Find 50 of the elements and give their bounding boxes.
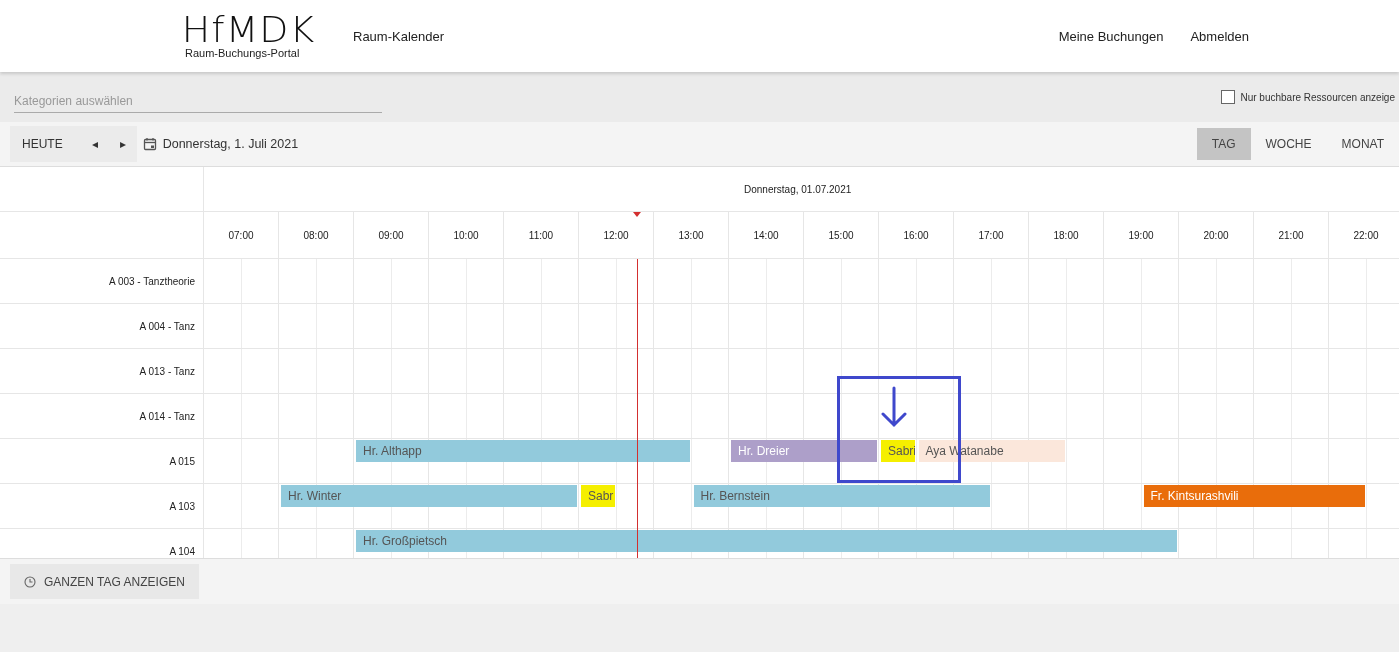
previous-button[interactable]: ◂ [80, 126, 109, 162]
booking-bar[interactable]: Hr. Bernstein [693, 485, 990, 507]
hour-label: 08:00 [303, 229, 329, 241]
logo: HfMDK [181, 13, 316, 46]
hour-label: 11:00 [528, 229, 554, 241]
hour-label: 19:00 [1128, 229, 1154, 241]
room-label: A 013 - Tanz [139, 365, 195, 377]
hour-label: 12:00 [603, 229, 629, 241]
hour-label: 18:00 [1053, 229, 1079, 241]
hour-label: 20:00 [1203, 229, 1229, 241]
booking-bar[interactable]: Hr. Althapp [356, 440, 690, 462]
hour-label: 10:00 [453, 229, 479, 241]
view-tab[interactable]: MONAT [1326, 128, 1399, 160]
logo-subtitle: Raum-Buchungs-Portal [185, 46, 300, 59]
room-label: A 103 [169, 500, 195, 512]
room-label: A 003 - Tanztheorie [109, 275, 195, 287]
category-field[interactable]: Kategorien auswählen [14, 89, 382, 113]
hour-label: 21:00 [1278, 229, 1304, 241]
down-arrow-icon [881, 386, 907, 428]
booking-bar[interactable]: Hr. Winter [281, 485, 577, 507]
hour-label: 14:00 [753, 229, 779, 241]
calendar-icon[interactable] [142, 137, 157, 151]
booking-bar[interactable]: Hr. Großpietsch [356, 530, 1177, 552]
view-tab[interactable]: WOCHE [1250, 128, 1327, 160]
hour-label: 15:00 [828, 229, 854, 241]
show-full-day-button[interactable]: GANZEN TAG ANZEIGEN [10, 564, 199, 599]
app-title[interactable]: Raum-Kalender [353, 28, 445, 44]
hour-label: 22:00 [1353, 229, 1379, 241]
room-label: A 014 - Tanz [139, 410, 195, 422]
nav-link[interactable]: Meine Buchungen [1058, 28, 1164, 44]
current-date: Donnerstag, 1. Juli 2021 [162, 137, 299, 151]
hour-label: 17:00 [978, 229, 1004, 241]
room-label: A 015 [169, 455, 195, 467]
room-label: A 004 - Tanz [139, 320, 195, 332]
view-tab[interactable]: TAG [1196, 128, 1251, 160]
checkbox[interactable] [1221, 90, 1236, 104]
clock-icon [24, 575, 36, 588]
room-label: A 104 [169, 545, 195, 557]
booking-bar[interactable]: Sabri [881, 440, 915, 462]
hour-label: 07:00 [228, 229, 254, 241]
hour-label: 13:00 [678, 229, 704, 241]
now-marker-icon [632, 212, 641, 217]
hour-label: 09:00 [378, 229, 404, 241]
day-heading: Donnerstag, 01.07.2021 [744, 183, 852, 195]
next-button[interactable]: ▸ [108, 126, 137, 162]
today-button[interactable]: HEUTE [10, 126, 81, 162]
nav-link[interactable]: Abmelden [1190, 28, 1249, 44]
booking-bar[interactable]: Sabr [581, 485, 615, 507]
hour-label: 16:00 [903, 229, 929, 241]
checkbox-label[interactable]: Nur buchbare Ressourcen anzeige [1240, 91, 1395, 103]
